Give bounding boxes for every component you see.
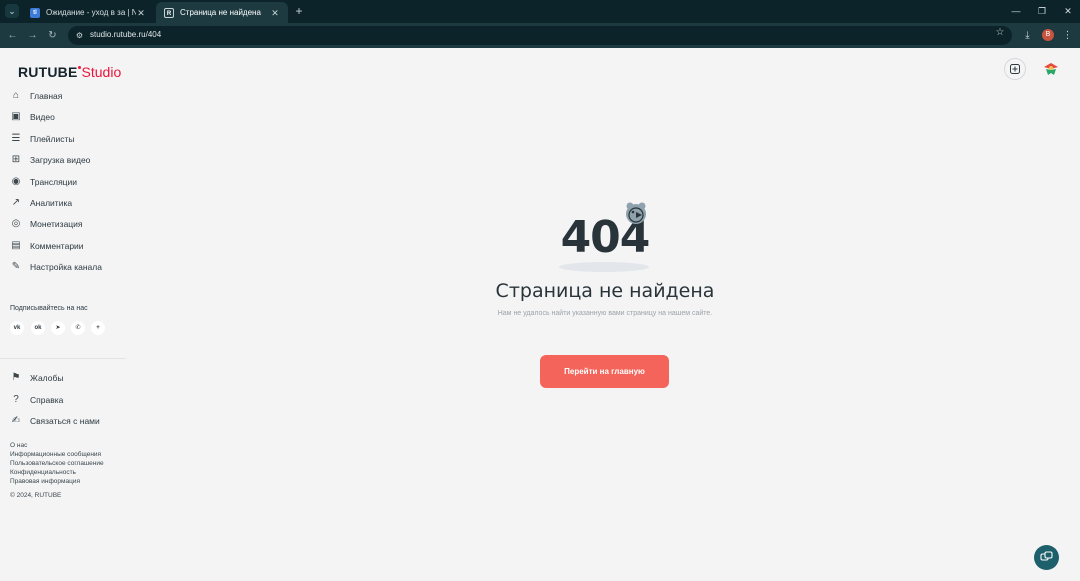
logo-product: Studio xyxy=(81,64,122,80)
sidebar-item-contact[interactable]: ✍ Связаться с нами xyxy=(10,413,100,429)
download-icon[interactable]: ⤓ xyxy=(1020,28,1035,43)
error-code-shadow xyxy=(559,262,649,272)
footer-link-legal[interactable]: Правовая информация xyxy=(10,478,80,485)
copyright: © 2024, RUTUBE xyxy=(10,492,62,499)
sidebar-item-label: Монетизация xyxy=(30,219,83,229)
contact-icon: ✍ xyxy=(11,415,21,426)
sidebar-item-monetization[interactable]: ◎ Монетизация xyxy=(10,216,83,232)
vk-icon[interactable]: vk xyxy=(10,321,24,335)
help-icon: ? xyxy=(13,394,19,405)
sidebar-item-playlists[interactable]: ☰ Плейлисты xyxy=(10,131,75,147)
go-home-button[interactable]: Перейти на главную xyxy=(540,355,669,388)
sidebar-item-upload[interactable]: ⊞ Загрузка видео xyxy=(10,152,91,168)
sidebar-item-label: Плейлисты xyxy=(30,134,75,144)
rutube-favicon: R xyxy=(164,7,174,18)
sidebar-item-label: Аналитика xyxy=(30,198,73,208)
close-tab-icon[interactable]: ✕ xyxy=(136,8,146,18)
back-icon[interactable]: ← xyxy=(5,28,20,43)
tab1-favicon: tl xyxy=(30,7,40,18)
tab-title: Ожидание - уход в за | NEXTR xyxy=(46,8,136,17)
flag-icon: ⚑ xyxy=(11,372,21,383)
sidebar-item-comments[interactable]: ▤ Комментарии xyxy=(10,238,84,254)
sidebar-item-video[interactable]: ▣ Видео xyxy=(10,109,55,125)
url-text: studio.rutube.ru/404 xyxy=(90,30,162,39)
footer-link-terms[interactable]: Пользовательское соглашение xyxy=(10,460,104,467)
analytics-icon: ↗ xyxy=(11,197,21,208)
more-icon[interactable]: + xyxy=(91,321,105,335)
sidebar-item-help[interactable]: ? Справка xyxy=(10,392,63,408)
sidebar-item-label: Комментарии xyxy=(30,241,84,251)
sidebar-item-label: Жалобы xyxy=(30,373,64,383)
new-tab-icon[interactable]: + xyxy=(292,4,306,18)
sidebar-item-label: Настройка канала xyxy=(30,262,102,272)
restore-icon[interactable]: ❐ xyxy=(1034,3,1050,19)
viber-icon[interactable]: ✆ xyxy=(71,321,85,335)
upload-video-icon: ⊞ xyxy=(11,154,21,165)
playlist-icon: ☰ xyxy=(11,133,21,144)
bookmark-star-icon[interactable]: ☆ xyxy=(994,27,1006,39)
ok-icon[interactable]: ok xyxy=(31,321,45,335)
broadcast-icon: ◉ xyxy=(11,176,21,187)
comments-icon: ▤ xyxy=(11,240,21,251)
sidebar-item-label: Трансляции xyxy=(30,177,78,187)
chat-icon xyxy=(1040,551,1053,561)
footer-link-privacy[interactable]: Конфиденциальность xyxy=(10,469,76,476)
add-content-button[interactable] xyxy=(1004,58,1026,80)
user-avatar[interactable] xyxy=(1042,60,1060,78)
tab-search-icon[interactable]: ⌄ xyxy=(5,4,19,18)
logo-dot xyxy=(77,66,81,69)
sidebar-item-channel-settings[interactable]: ✎ Настройка канала xyxy=(10,259,102,275)
footer-link-info[interactable]: Информационные сообщения xyxy=(10,451,101,458)
sidebar-item-analytics[interactable]: ↗ Аналитика xyxy=(10,195,72,211)
sidebar-item-broadcasts[interactable]: ◉ Трансляции xyxy=(10,174,77,190)
follow-us-label: Подписывайтесь на нас xyxy=(10,305,88,312)
browser-tab-2-active[interactable]: R Страница не найдена ✕ xyxy=(156,2,288,23)
channel-settings-icon: ✎ xyxy=(11,261,21,272)
sidebar-item-label: Видео xyxy=(30,112,55,122)
home-icon: ⌂ xyxy=(12,90,20,101)
reload-icon[interactable]: ↻ xyxy=(45,28,60,43)
support-chat-button[interactable] xyxy=(1034,545,1059,570)
telegram-icon[interactable]: ➤ xyxy=(51,321,65,335)
browser-toolbar: ← → ↻ ⚙ studio.rutube.ru/404 ☆ ⤓ B ⋮ xyxy=(0,23,1080,48)
logo-brand: RUTUBE xyxy=(18,64,78,80)
error-title: Страница не найдена xyxy=(495,280,715,302)
close-tab-icon[interactable]: ✕ xyxy=(270,8,280,18)
site-info-icon[interactable]: ⚙ xyxy=(74,30,85,41)
forward-icon[interactable]: → xyxy=(25,28,40,43)
page: RUTUBE Studio ⌂ Главная ▣ Видео ☰ Плейли… xyxy=(0,48,1080,581)
sidebar-divider xyxy=(0,358,126,359)
minimize-icon[interactable]: — xyxy=(1008,3,1024,19)
browser-tabbar: ⌄ tl Ожидание - уход в за | NEXTR ✕ R Ст… xyxy=(0,0,1080,23)
error-description: Нам не удалось найти указанную вами стра… xyxy=(497,310,713,317)
plus-square-icon xyxy=(1010,64,1020,74)
sidebar-item-label: Главная xyxy=(30,91,63,101)
video-icon: ▣ xyxy=(11,111,21,122)
sidebar-item-complaints[interactable]: ⚑ Жалобы xyxy=(10,370,64,386)
tab-title: Страница не найдена xyxy=(180,8,261,17)
monetization-icon: ◎ xyxy=(11,218,21,229)
sidebar-item-home[interactable]: ⌂ Главная xyxy=(10,88,62,104)
browser-menu-icon[interactable]: ⋮ xyxy=(1060,28,1075,43)
footer-link-about[interactable]: О нас xyxy=(10,442,27,449)
sidebar-item-label: Справка xyxy=(30,395,64,405)
sidebar-item-label: Загрузка видео xyxy=(30,155,91,165)
rutube-studio-logo[interactable]: RUTUBE Studio xyxy=(18,64,121,80)
profile-avatar[interactable]: B xyxy=(1042,29,1054,41)
address-bar[interactable]: ⚙ studio.rutube.ru/404 xyxy=(68,26,1012,45)
mascot-icon xyxy=(626,202,646,224)
browser-tab-1[interactable]: tl Ожидание - уход в за | NEXTR ✕ xyxy=(22,2,154,23)
close-window-icon[interactable]: ✕ xyxy=(1060,3,1076,19)
sidebar-item-label: Связаться с нами xyxy=(30,416,100,426)
